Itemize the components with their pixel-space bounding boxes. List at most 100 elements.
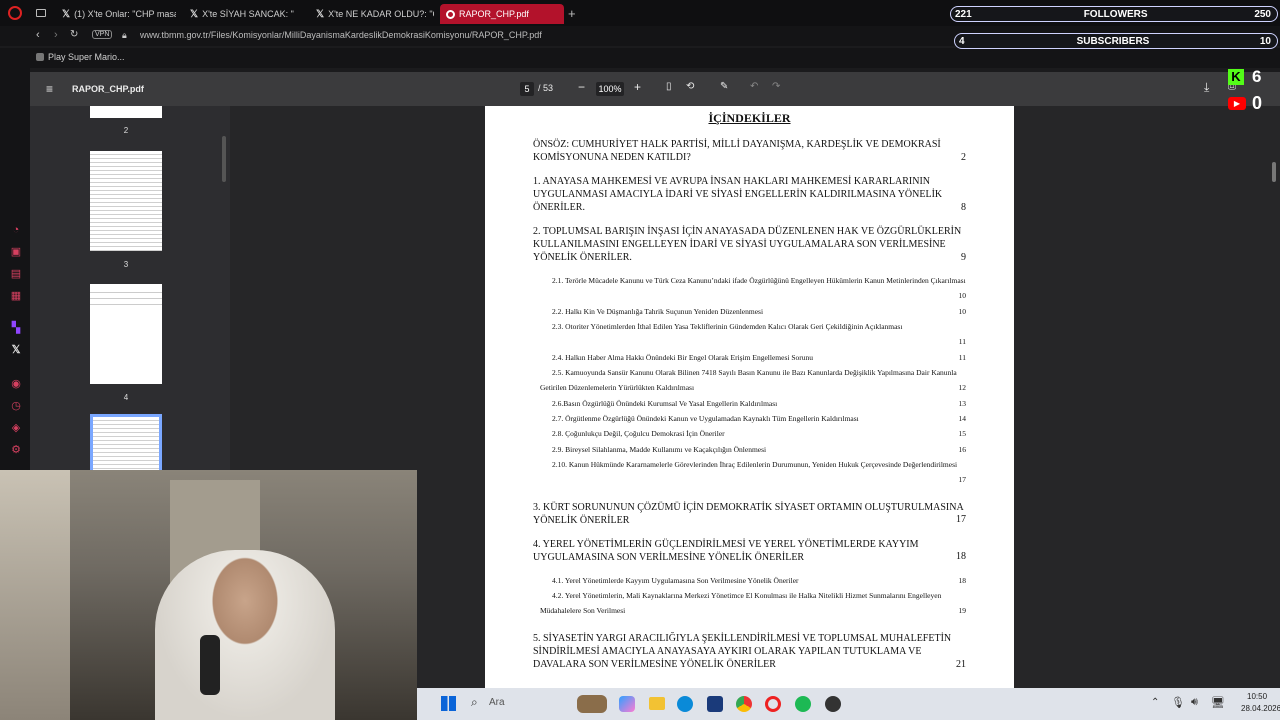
tray-chevron-icon[interactable]: ⌃ xyxy=(1151,697,1159,708)
clock-time[interactable]: 10:50 xyxy=(1247,692,1267,701)
obs-icon[interactable] xyxy=(825,696,841,712)
annotate-icon[interactable]: ✎ xyxy=(720,81,728,92)
pin-icon[interactable]: ◈ xyxy=(10,422,22,434)
settings-icon[interactable]: ⚙ xyxy=(10,444,22,456)
forward-icon[interactable]: › xyxy=(54,29,58,41)
thumbnail-page-5-selected[interactable] xyxy=(90,414,162,474)
toc-page: 18 xyxy=(958,576,967,585)
lock-icon: 🔒︎ xyxy=(122,30,127,40)
folder-icon[interactable] xyxy=(649,697,665,710)
opera-taskbar-icon[interactable] xyxy=(765,696,781,712)
windows-start-icon[interactable] xyxy=(441,696,456,711)
url-text[interactable]: www.tbmm.gov.tr/Files/Komisyonlar/MilliD… xyxy=(140,30,542,40)
webcam-overlay xyxy=(0,470,417,720)
microphone-icon xyxy=(200,635,220,695)
toc-page: 11 xyxy=(958,353,966,362)
thumbnail-number: 3 xyxy=(123,260,129,269)
toc-entry[interactable]: 3. KÜRT SORUNUNUN ÇÖZÜMÜ İÇİN DEMOKRATİK… xyxy=(533,501,965,527)
toc-entry[interactable]: 4. YEREL YÖNETİMLERİN GÜÇLENDİRİLMESİ VE… xyxy=(533,538,965,564)
weather-widget-icon[interactable] xyxy=(577,695,607,713)
opera-icon[interactable] xyxy=(8,6,22,20)
page-number-input[interactable]: 5 xyxy=(520,82,534,96)
subscribers-count: 4 xyxy=(959,35,965,47)
toc-page: 18 xyxy=(956,551,966,562)
aria-icon[interactable]: ◔ xyxy=(10,224,22,236)
search-icon[interactable]: ⌕ xyxy=(471,695,478,710)
thumbnail-page-2[interactable] xyxy=(90,106,162,118)
toc-page: 8 xyxy=(961,202,966,213)
followers-counter: 221 FOLLOWERS 250 xyxy=(950,6,1278,22)
tab-3[interactable]: 𝕏 X'te NE KADAR OLDU?: "C xyxy=(310,4,434,24)
tab-2[interactable]: 𝕏 X'te SİYAH SANCAK: " xyxy=(184,4,304,24)
toc-page: 12 xyxy=(958,383,967,392)
reload-icon[interactable]: ↻ xyxy=(70,29,78,40)
followers-label: FOLLOWERS xyxy=(1083,8,1148,20)
vpn-badge[interactable]: VPN xyxy=(92,30,113,39)
workspaces-icon[interactable] xyxy=(36,9,46,17)
volume-tray-icon[interactable]: 🔊︎ xyxy=(1191,696,1198,709)
x-logo-icon[interactable]: 𝕏 xyxy=(10,344,22,356)
chrome-icon[interactable] xyxy=(736,696,752,712)
tab-4-active[interactable]: RAPOR_CHP.pdf xyxy=(440,4,564,24)
viewer-scrollbar[interactable] xyxy=(1268,106,1280,688)
toc-subentry[interactable]: 4.2. Yerel Yönetimlerin, Mali Kaynakları… xyxy=(540,588,966,618)
toc-subentry[interactable]: 2.2. Halkı Kin Ve Düşmanlığa Tahrik Suçu… xyxy=(540,304,966,319)
twitch-icon[interactable]: ▚ xyxy=(10,322,22,334)
webcam-shelf xyxy=(0,470,70,720)
bookmark-item[interactable]: Play Super Mario... xyxy=(48,52,125,62)
zoom-out-icon[interactable]: − xyxy=(578,80,585,94)
toc-entry[interactable]: 5. SİYASETİN YARGI ARACILIĞIYLA ŞEKİLLEN… xyxy=(533,632,965,671)
copilot-icon[interactable] xyxy=(619,696,635,712)
opera-icon xyxy=(446,9,455,19)
toc-page: 16 xyxy=(958,445,967,454)
back-icon[interactable]: ‹ xyxy=(36,29,40,41)
messenger-icon[interactable]: ▤ xyxy=(10,268,22,280)
tab-1[interactable]: 𝕏 (1) X'te Onlar: "CHP masar xyxy=(56,4,176,24)
toc-subentry[interactable]: 2.1. Terörle Mücadele Kanunu ve Türk Cez… xyxy=(540,273,966,288)
toc-subentry[interactable]: 2.5. Kamuoyunda Sansür Kanunu Olarak Bil… xyxy=(540,365,966,395)
toc-entry[interactable]: 1. ANAYASA MAHKEMESİ VE AVRUPA İNSAN HAK… xyxy=(533,175,965,214)
toc-subentry[interactable]: 2.6.Basın Özgürlüğü Önündeki Kurumsal Ve… xyxy=(540,396,966,411)
thumbnail-scrollbar[interactable] xyxy=(222,136,226,182)
history-icon[interactable]: ◷ xyxy=(10,400,22,412)
toc-entry[interactable]: 2. TOPLUMSAL BARIŞIN İNŞASI İÇİN ANAYASA… xyxy=(533,225,965,264)
toc-subentry[interactable]: 2.7. Örgütlenme Özgürlüğü Önündeki Kanun… xyxy=(540,411,966,426)
x-logo-icon: 𝕏 xyxy=(316,8,325,20)
zoom-in-icon[interactable]: + xyxy=(634,80,641,94)
fit-page-icon[interactable]: ▯ xyxy=(666,81,672,92)
followers-target: 250 xyxy=(1254,8,1271,20)
zoom-level[interactable]: 100% xyxy=(596,82,624,96)
new-tab-icon[interactable]: + xyxy=(568,6,576,21)
toc-subentry[interactable]: 2.8. Çoğunlukçu Değil, Çoğulcu Demokrasi… xyxy=(540,426,966,441)
subscribers-counter: 4 SUBSCRIBERS 10 xyxy=(954,33,1278,49)
download-icon[interactable]: ⤓ xyxy=(1204,80,1209,95)
redo-icon[interactable]: ↷ xyxy=(772,81,780,92)
store-icon[interactable] xyxy=(707,696,723,712)
scroll-thumb[interactable] xyxy=(1272,162,1276,182)
thumbnail-page-4[interactable] xyxy=(90,284,162,384)
spotify-icon[interactable] xyxy=(795,696,811,712)
toc-page: 17 xyxy=(956,514,966,525)
edge-icon[interactable] xyxy=(677,696,693,712)
player-icon[interactable]: ◉ xyxy=(10,378,22,390)
clock-date[interactable]: 28.04.2026 xyxy=(1241,704,1280,713)
toc-title: İÇİNDEKİLER xyxy=(708,111,791,125)
thumbnail-page-3[interactable] xyxy=(90,151,162,251)
toc-subentry[interactable]: 2.9. Bireysel Silahlanma, Madde Kullanım… xyxy=(540,442,966,457)
youtube-count: 0 xyxy=(1252,93,1263,113)
menu-icon[interactable]: ≡ xyxy=(46,82,53,96)
toc-subentry[interactable]: 4.1. Yerel Yönetimlerde Kayyım Uygulamas… xyxy=(540,573,966,588)
mail-icon[interactable]: ▦ xyxy=(10,290,22,302)
mic-tray-icon[interactable]: 🎙︎ xyxy=(1171,696,1185,709)
undo-icon[interactable]: ↶ xyxy=(750,81,758,92)
toc-entry[interactable]: ÖNSÖZ: CUMHURİYET HALK PARTİSİ, MİLLİ DA… xyxy=(533,138,965,164)
youtube-logo-icon: ▶ xyxy=(1228,97,1246,110)
rotate-icon[interactable]: ⟲ xyxy=(686,81,694,92)
search-input[interactable]: Ara xyxy=(489,697,505,708)
toc-subentry[interactable]: 2.3. Otoriter Yönetimlerden İthal Edilen… xyxy=(540,319,966,334)
bag-icon[interactable]: ▣ xyxy=(10,246,22,258)
toc-subentry[interactable]: 2.10. Kanun Hükmünde Kararnamelerle Göre… xyxy=(540,457,966,472)
toc-subentry[interactable]: 2.4. Halkın Haber Alma Hakkı Önündeki Bi… xyxy=(540,350,966,365)
network-tray-icon[interactable]: 🖥︎ xyxy=(1211,696,1225,709)
kick-logo-icon: K xyxy=(1228,69,1244,85)
